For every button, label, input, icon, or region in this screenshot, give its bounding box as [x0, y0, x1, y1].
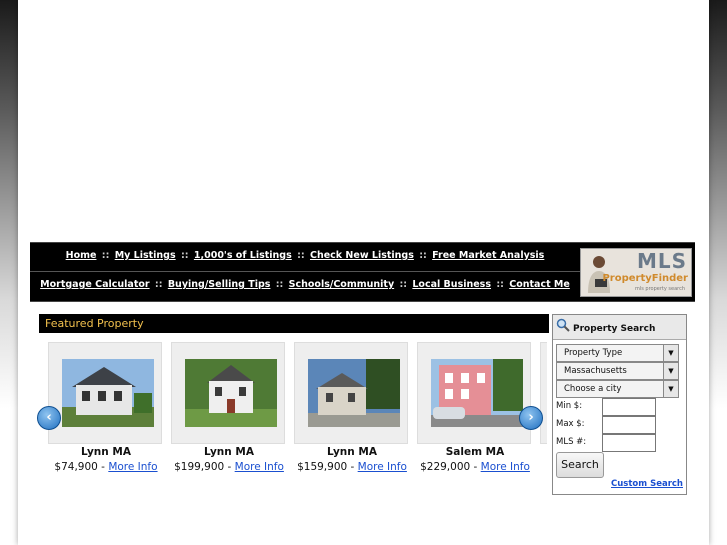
nav-link-buying-selling-tips[interactable]: Buying/Selling Tips: [168, 279, 271, 290]
property-price: $74,900: [54, 461, 98, 473]
chevron-down-icon[interactable]: ▼: [663, 345, 678, 361]
search-panel-title: Property Search: [573, 324, 656, 334]
nav-separator: ::: [297, 250, 305, 261]
nav-link-local-business[interactable]: Local Business: [412, 279, 491, 290]
property-card[interactable]: Lynn MA $159,900 - More Info: [294, 342, 408, 473]
property-type-select[interactable]: Property Type ▼: [556, 344, 679, 362]
city-select[interactable]: Choose a city ▼: [556, 380, 679, 398]
price-dash: -: [224, 461, 235, 473]
navigation-bar: Home :: My Listings :: 1,000's of Listin…: [30, 242, 695, 302]
property-photo[interactable]: [62, 359, 154, 427]
property-card[interactable]: [540, 342, 547, 444]
property-city: Lynn MA: [80, 446, 131, 458]
nav-link-all-listings[interactable]: 1,000's of Listings: [194, 250, 292, 261]
featured-property-header: Featured Property: [39, 314, 549, 333]
nav-separator: ::: [154, 279, 163, 290]
mls-propertyfinder-logo[interactable]: MLS PropertyFinder mls property search: [580, 248, 692, 297]
price-dash: -: [347, 461, 358, 473]
state-value: Massachusetts: [564, 366, 627, 376]
state-select[interactable]: Massachusetts ▼: [556, 362, 679, 380]
search-button[interactable]: Search: [556, 452, 604, 478]
more-info-link[interactable]: More Info: [481, 461, 530, 473]
property-price: $199,900: [174, 461, 225, 473]
mls-number-input[interactable]: [602, 434, 656, 452]
property-price-line: $229,000 - More Info: [398, 461, 547, 473]
search-panel-header: Property Search: [553, 315, 686, 340]
min-price-label: Min $:: [556, 401, 583, 411]
property-price: $159,900: [297, 461, 348, 473]
nav-link-contact-me[interactable]: Contact Me: [509, 279, 570, 290]
nav-separator: ::: [496, 279, 504, 290]
property-card[interactable]: Lynn MA $74,900 - More Info: [48, 342, 162, 473]
max-price-label: Max $:: [556, 419, 585, 429]
logo-mls-text: MLS: [636, 249, 687, 273]
max-price-input[interactable]: [602, 416, 656, 434]
chevron-right-icon[interactable]: ›: [519, 406, 543, 430]
property-type-value: Property Type: [564, 348, 623, 358]
magnifier-icon: [556, 318, 570, 332]
custom-search-link[interactable]: Custom Search: [611, 479, 683, 489]
price-dash: -: [470, 461, 481, 473]
property-city: Lynn MA: [326, 446, 377, 458]
chevron-down-icon[interactable]: ▼: [663, 381, 678, 397]
nav-link-mortgage-calculator[interactable]: Mortgage Calculator: [40, 279, 149, 290]
property-city: Lynn MA: [203, 446, 254, 458]
nav-divider: [30, 271, 580, 272]
page-container: Home :: My Listings :: 1,000's of Listin…: [18, 0, 709, 545]
nav-separator: ::: [180, 250, 189, 261]
property-search-panel: Property Search Property Type ▼ Massachu…: [552, 314, 687, 495]
nav-link-my-listings[interactable]: My Listings: [115, 250, 176, 261]
nav-link-home[interactable]: Home: [66, 250, 97, 261]
featured-carousel: Lynn MA $74,900 - More Info Lynn MA $199…: [39, 342, 547, 477]
nav-separator: ::: [419, 250, 427, 261]
nav-separator: ::: [275, 279, 284, 290]
nav-separator: ::: [399, 279, 408, 290]
property-price: $229,000: [420, 461, 471, 473]
logo-brand-text: PropertyFinder: [602, 273, 688, 284]
property-card[interactable]: Lynn MA $199,900 - More Info: [171, 342, 285, 473]
property-photo[interactable]: [431, 359, 523, 427]
property-photo[interactable]: [308, 359, 400, 427]
nav-row-secondary: Mortgage Calculator :: Buying/Selling Ti…: [30, 279, 580, 290]
chevron-left-icon[interactable]: ‹: [37, 406, 61, 430]
mls-number-label: MLS #:: [556, 437, 587, 447]
property-photo[interactable]: [185, 359, 277, 427]
more-info-link[interactable]: More Info: [108, 461, 157, 473]
nav-link-schools-community[interactable]: Schools/Community: [289, 279, 394, 290]
nav-separator: ::: [101, 250, 110, 261]
nav-link-check-new-listings[interactable]: Check New Listings: [310, 250, 414, 261]
logo-tagline: mls property search: [634, 286, 685, 292]
property-card[interactable]: Salem MA $229,000 - More Info: [417, 342, 531, 473]
property-city: Salem MA: [445, 446, 505, 458]
chevron-down-icon[interactable]: ▼: [663, 363, 678, 379]
price-dash: -: [97, 461, 109, 473]
nav-link-free-market-analysis[interactable]: Free Market Analysis: [432, 250, 544, 261]
min-price-input[interactable]: [602, 398, 656, 416]
nav-row-primary: Home :: My Listings :: 1,000's of Listin…: [30, 250, 580, 261]
city-value: Choose a city: [564, 384, 622, 394]
